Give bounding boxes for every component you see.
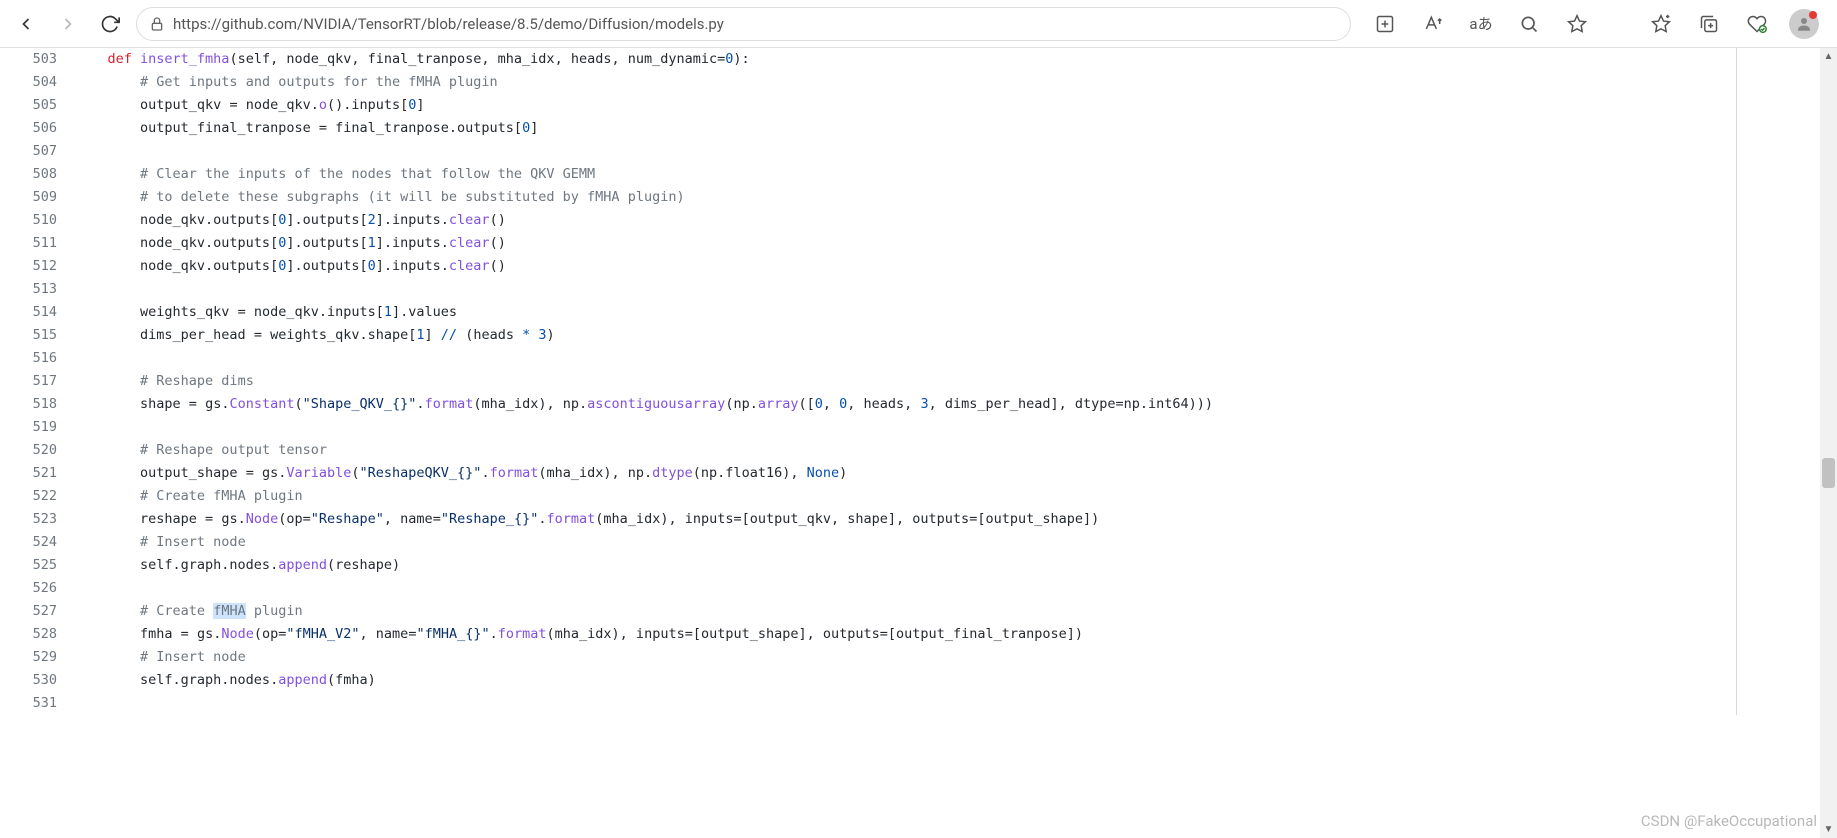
user-icon [1795,15,1813,33]
line-number[interactable]: 507 [0,140,57,163]
code-line[interactable]: output_qkv = node_qkv.o().inputs[0] [75,94,1736,117]
line-number[interactable]: 520 [0,439,57,462]
line-number[interactable]: 508 [0,163,57,186]
collections-button[interactable] [1693,8,1725,40]
line-number[interactable]: 526 [0,577,57,600]
line-number[interactable]: 510 [0,209,57,232]
code-line[interactable]: weights_qkv = node_qkv.inputs[1].values [75,301,1736,324]
back-button[interactable] [10,8,42,40]
code-line[interactable]: def insert_fmha(self, node_qkv, final_tr… [75,48,1736,71]
code-line[interactable] [75,140,1736,163]
star-outline-icon [1567,14,1587,34]
code-viewer: 5035045055065075085095105115125135145155… [0,48,1837,715]
line-number[interactable]: 514 [0,301,57,324]
line-number[interactable]: 509 [0,186,57,209]
line-number[interactable]: 521 [0,462,57,485]
line-number[interactable]: 516 [0,347,57,370]
code-line[interactable] [75,347,1736,370]
line-number[interactable]: 512 [0,255,57,278]
code-line[interactable]: # Create fMHA plugin [75,485,1736,508]
code-line[interactable]: node_qkv.outputs[0].outputs[2].inputs.cl… [75,209,1736,232]
line-number[interactable]: 529 [0,646,57,669]
scroll-up-arrow[interactable]: ▲ [1820,48,1837,65]
arrow-right-icon [58,14,78,34]
translate-button[interactable]: aあ [1465,8,1497,40]
code-line[interactable] [75,692,1736,715]
code-lines[interactable]: def insert_fmha(self, node_qkv, final_tr… [75,48,1737,715]
vertical-scrollbar[interactable]: ▲ ▼ [1820,48,1837,838]
lock-icon [149,16,165,32]
search-icon [1519,14,1539,34]
translate-icon: aあ [1469,13,1492,34]
browser-toolbar: https://github.com/NVIDIA/TensorRT/blob/… [0,0,1837,48]
code-line[interactable] [75,278,1736,301]
line-number-gutter: 5035045055065075085095105115125135145155… [0,48,75,715]
favorites-list-button[interactable] [1645,8,1677,40]
read-aloud-button[interactable] [1417,8,1449,40]
line-number[interactable]: 505 [0,94,57,117]
line-number[interactable]: 523 [0,508,57,531]
collections-icon [1699,14,1719,34]
line-number[interactable]: 531 [0,692,57,715]
line-number[interactable]: 513 [0,278,57,301]
code-line[interactable] [75,416,1736,439]
code-line[interactable]: # Get inputs and outputs for the fMHA pl… [75,71,1736,94]
app-install-button[interactable] [1369,8,1401,40]
url-text: https://github.com/NVIDIA/TensorRT/blob/… [173,15,724,33]
line-number[interactable]: 530 [0,669,57,692]
line-number[interactable]: 511 [0,232,57,255]
line-number[interactable]: 504 [0,71,57,94]
code-line[interactable]: # Insert node [75,531,1736,554]
watermark: CSDN @FakeOccupational [1641,812,1817,830]
scroll-thumb[interactable] [1822,458,1835,488]
code-line[interactable]: # Reshape output tensor [75,439,1736,462]
code-line[interactable]: # Create fMHA plugin [75,600,1736,623]
star-plus-icon [1651,14,1671,34]
line-number[interactable]: 528 [0,623,57,646]
line-number[interactable]: 527 [0,600,57,623]
code-line[interactable] [75,577,1736,600]
code-line[interactable]: # to delete these subgraphs (it will be … [75,186,1736,209]
code-line[interactable]: node_qkv.outputs[0].outputs[0].inputs.cl… [75,255,1736,278]
app-install-icon [1375,14,1395,34]
code-line[interactable]: # Clear the inputs of the nodes that fol… [75,163,1736,186]
scroll-down-arrow[interactable]: ▼ [1820,821,1837,838]
line-number[interactable]: 517 [0,370,57,393]
performance-button[interactable] [1741,8,1773,40]
line-number[interactable]: 506 [0,117,57,140]
zoom-button[interactable] [1513,8,1545,40]
forward-button[interactable] [52,8,84,40]
code-line[interactable]: # Reshape dims [75,370,1736,393]
code-line[interactable]: node_qkv.outputs[0].outputs[1].inputs.cl… [75,232,1736,255]
line-number[interactable]: 522 [0,485,57,508]
profile-button[interactable] [1789,9,1819,39]
line-number[interactable]: 518 [0,393,57,416]
code-line[interactable]: fmha = gs.Node(op="fMHA_V2", name="fMHA_… [75,623,1736,646]
refresh-button[interactable] [94,8,126,40]
code-line[interactable]: self.graph.nodes.append(reshape) [75,554,1736,577]
url-bar[interactable]: https://github.com/NVIDIA/TensorRT/blob/… [136,7,1351,41]
favorite-button[interactable] [1561,8,1593,40]
code-line[interactable]: output_final_tranpose = final_tranpose.o… [75,117,1736,140]
browser-right-icons: aあ [1361,8,1827,40]
code-line[interactable]: # Insert node [75,646,1736,669]
arrow-left-icon [16,14,36,34]
code-line[interactable]: shape = gs.Constant("Shape_QKV_{}".forma… [75,393,1736,416]
line-number[interactable]: 525 [0,554,57,577]
line-number[interactable]: 515 [0,324,57,347]
code-line[interactable]: self.graph.nodes.append(fmha) [75,669,1736,692]
code-line[interactable]: output_shape = gs.Variable("ReshapeQKV_{… [75,462,1736,485]
line-number[interactable]: 524 [0,531,57,554]
code-line[interactable]: dims_per_head = weights_qkv.shape[1] // … [75,324,1736,347]
read-aloud-icon [1422,14,1444,34]
line-number[interactable]: 519 [0,416,57,439]
code-line[interactable]: reshape = gs.Node(op="Reshape", name="Re… [75,508,1736,531]
line-number[interactable]: 503 [0,48,57,71]
refresh-icon [100,14,120,34]
heartbeat-icon [1747,14,1767,34]
